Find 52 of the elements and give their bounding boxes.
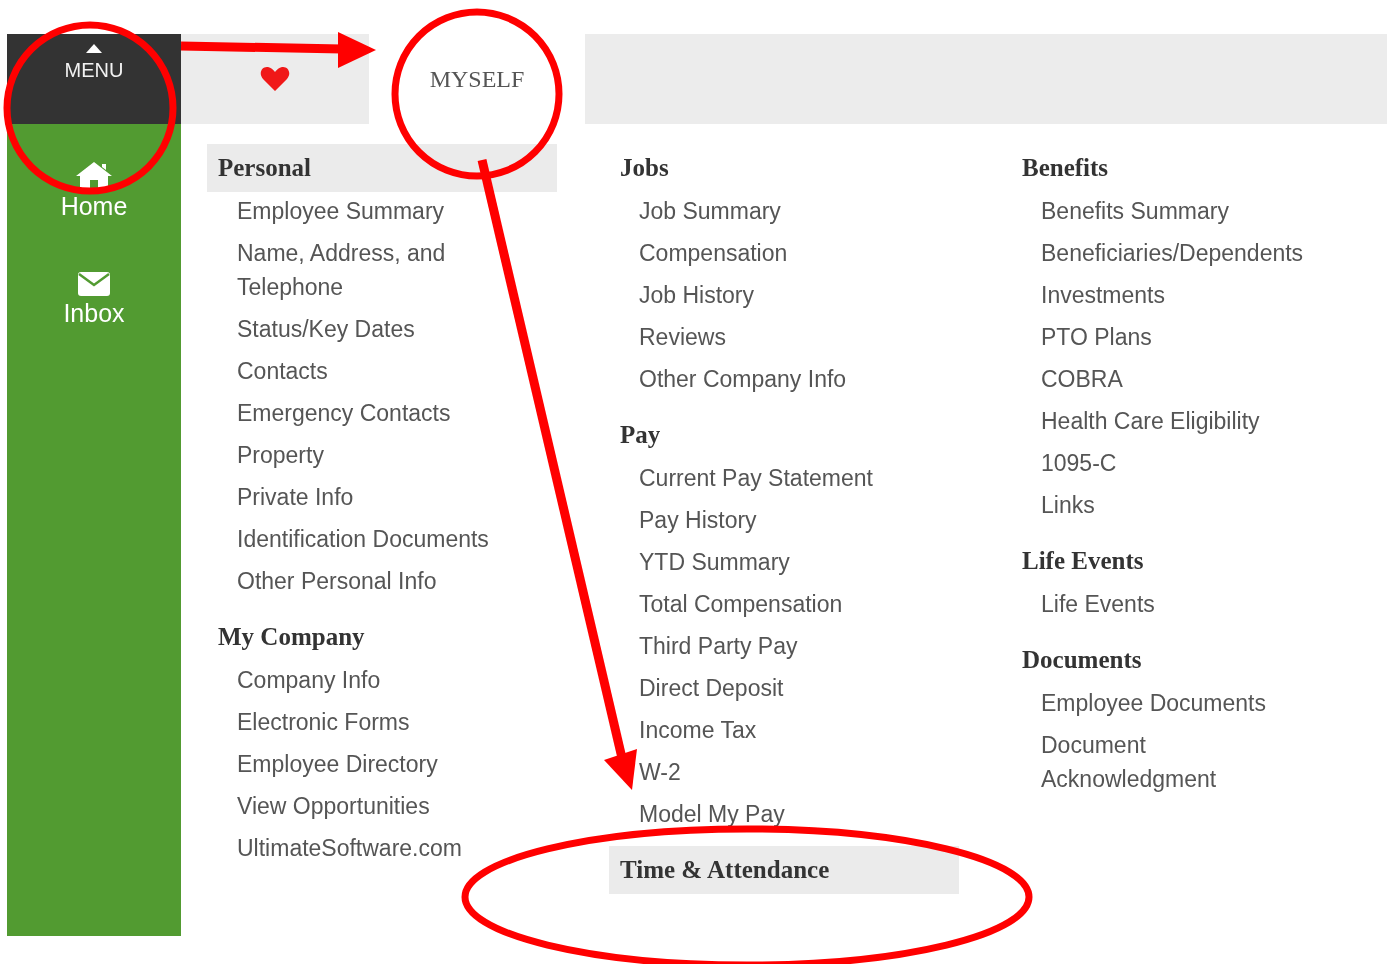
menu-button[interactable]: MENU [7,34,181,124]
menu-link[interactable]: Compensation [639,236,913,270]
menu-link[interactable]: Employee Directory [237,747,511,781]
menu-link[interactable]: View Opportunities [237,789,511,823]
envelope-icon [77,271,111,297]
heart-icon [260,66,290,92]
menu-link[interactable]: Status/Key Dates [237,312,511,346]
menu-link[interactable]: Income Tax [639,713,913,747]
menu-link[interactable]: Benefits Summary [1041,194,1315,228]
section-heading[interactable]: My Company [207,613,557,661]
menu-link[interactable]: Other Personal Info [237,564,511,598]
menu-link[interactable]: Health Care Eligibility [1041,404,1315,438]
menu-link[interactable]: Employee Summary [237,194,511,228]
section-heading[interactable]: Personal [207,144,557,192]
menu-link[interactable]: 1095-C [1041,446,1315,480]
section-heading[interactable]: Documents [1011,636,1361,684]
menu-link[interactable]: UltimateSoftware.com [237,831,511,865]
menu-link[interactable]: Electronic Forms [237,705,511,739]
section-heading[interactable]: Jobs [609,144,959,192]
menu-link[interactable]: Model My Pay [639,797,913,831]
menu-link[interactable]: Other Company Info [639,362,913,396]
caret-icon [86,44,102,53]
menu-link[interactable]: COBRA [1041,362,1315,396]
menu-link[interactable]: PTO Plans [1041,320,1315,354]
menu-link[interactable]: Life Events [1041,587,1315,621]
menu-link[interactable]: Job Summary [639,194,913,228]
section-heading[interactable]: Life Events [1011,537,1361,585]
menu-link[interactable]: Property [237,438,511,472]
menu-link[interactable]: Contacts [237,354,511,388]
menu-link[interactable]: Name, Address, and Telephone [237,236,511,304]
menu-link[interactable]: Company Info [237,663,511,697]
menu-link[interactable]: Current Pay Statement [639,461,913,495]
menu-link[interactable]: Investments [1041,278,1315,312]
menu-link[interactable]: W-2 [639,755,913,789]
section-heading[interactable]: Benefits [1011,144,1361,192]
menu-link[interactable]: Beneficiaries/Dependents [1041,236,1315,270]
menu-link[interactable]: Links [1041,488,1315,522]
menu-link[interactable]: Job History [639,278,913,312]
menu-link[interactable]: Reviews [639,320,913,354]
section-heading[interactable]: Time & Attendance [609,846,959,894]
menu-link[interactable]: Identification Documents [237,522,511,556]
menu-link[interactable]: Pay History [639,503,913,537]
home-icon [74,160,114,190]
menu-link[interactable]: Private Info [237,480,511,514]
section-heading[interactable]: Pay [609,411,959,459]
menu-link[interactable]: Employee Documents [1041,686,1315,720]
menu-link[interactable]: YTD Summary [639,545,913,579]
menu-link[interactable]: Document Acknowledgment [1041,728,1315,796]
menu-link[interactable]: Emergency Contacts [237,396,511,430]
menu-link[interactable]: Total Compensation [639,587,913,621]
menu-link[interactable]: Third Party Pay [639,629,913,663]
menu-link[interactable]: Direct Deposit [639,671,913,705]
